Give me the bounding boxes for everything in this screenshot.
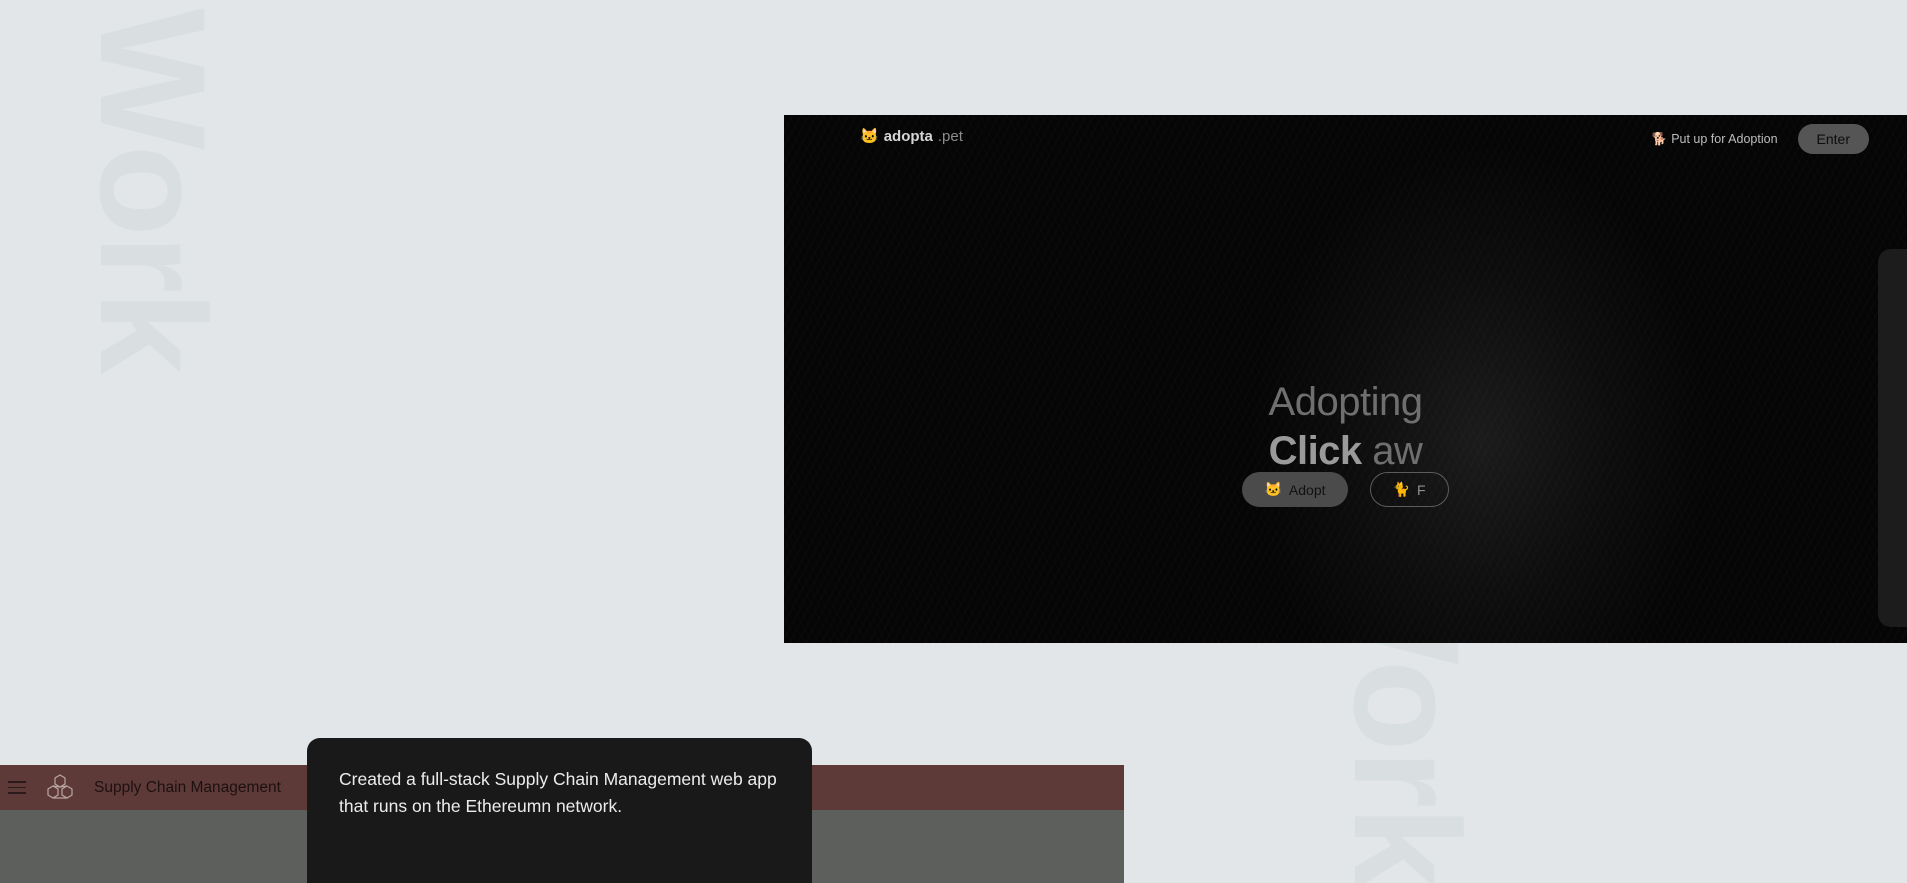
foster-button-label: F [1416, 481, 1426, 498]
adopta-nav-right-group: 🐕 Put up for Adoption Enter [1652, 124, 1869, 154]
cat-face-icon: 🐱 [1264, 481, 1282, 497]
adopta-navbar: 🐱 adopta .pet 🐕 Put up for Adoption Ente… [784, 115, 1907, 175]
adopta-logo-name: adopta [883, 127, 933, 145]
adopta-hero-photo [784, 115, 1907, 643]
enter-button[interactable]: Enter [1797, 124, 1869, 154]
adopt-button[interactable]: 🐱 Adopt [1242, 472, 1348, 507]
dog-icon: 🐕 [1651, 131, 1668, 146]
hero-line-2-emphasis: Click [1268, 429, 1363, 473]
hero-line-1: Adopting [1268, 380, 1423, 424]
nav-link-put-up-for-adoption[interactable]: 🐕 Put up for Adoption [1652, 132, 1778, 147]
scm-description-paragraph: Created a full-stack Supply Chain Manage… [339, 769, 777, 816]
adopta-description-panel: A Full-stack Web application to tackle t… [1878, 249, 1907, 627]
page-root: Work Work 🐱 adopta .pet 🐕 Put up for Ado… [0, 0, 1907, 883]
scm-description-panel: Created a full-stack Supply Chain Manage… [307, 738, 812, 883]
hero-line-2: Click aw [784, 429, 1907, 474]
cat-face-icon: 🐱 [860, 128, 879, 145]
foster-button[interactable]: 🐈 F [1369, 472, 1449, 507]
watermark-work-left: Work [69, 8, 237, 373]
put-up-label: Put up for Adoption [1671, 132, 1778, 146]
adopta-cta-group: 🐱 Adopt 🐈 F [784, 472, 1907, 507]
adopt-button-label: Adopt [1288, 481, 1326, 498]
project-card-adopta-pet[interactable]: 🐱 adopta .pet 🐕 Put up for Adoption Ente… [784, 115, 1907, 643]
molecule-nodes-icon [47, 773, 73, 799]
hero-line-2-rest: aw [1361, 429, 1423, 473]
scm-app-title: Supply Chain Management [94, 778, 281, 796]
hamburger-menu-icon[interactable] [8, 781, 26, 794]
adopta-logo[interactable]: 🐱 adopta .pet [860, 127, 963, 146]
cat-icon: 🐈 [1392, 481, 1410, 497]
adopta-hero-text: Adopting Click aw [784, 380, 1907, 474]
adopta-logo-tld: .pet [937, 127, 963, 145]
